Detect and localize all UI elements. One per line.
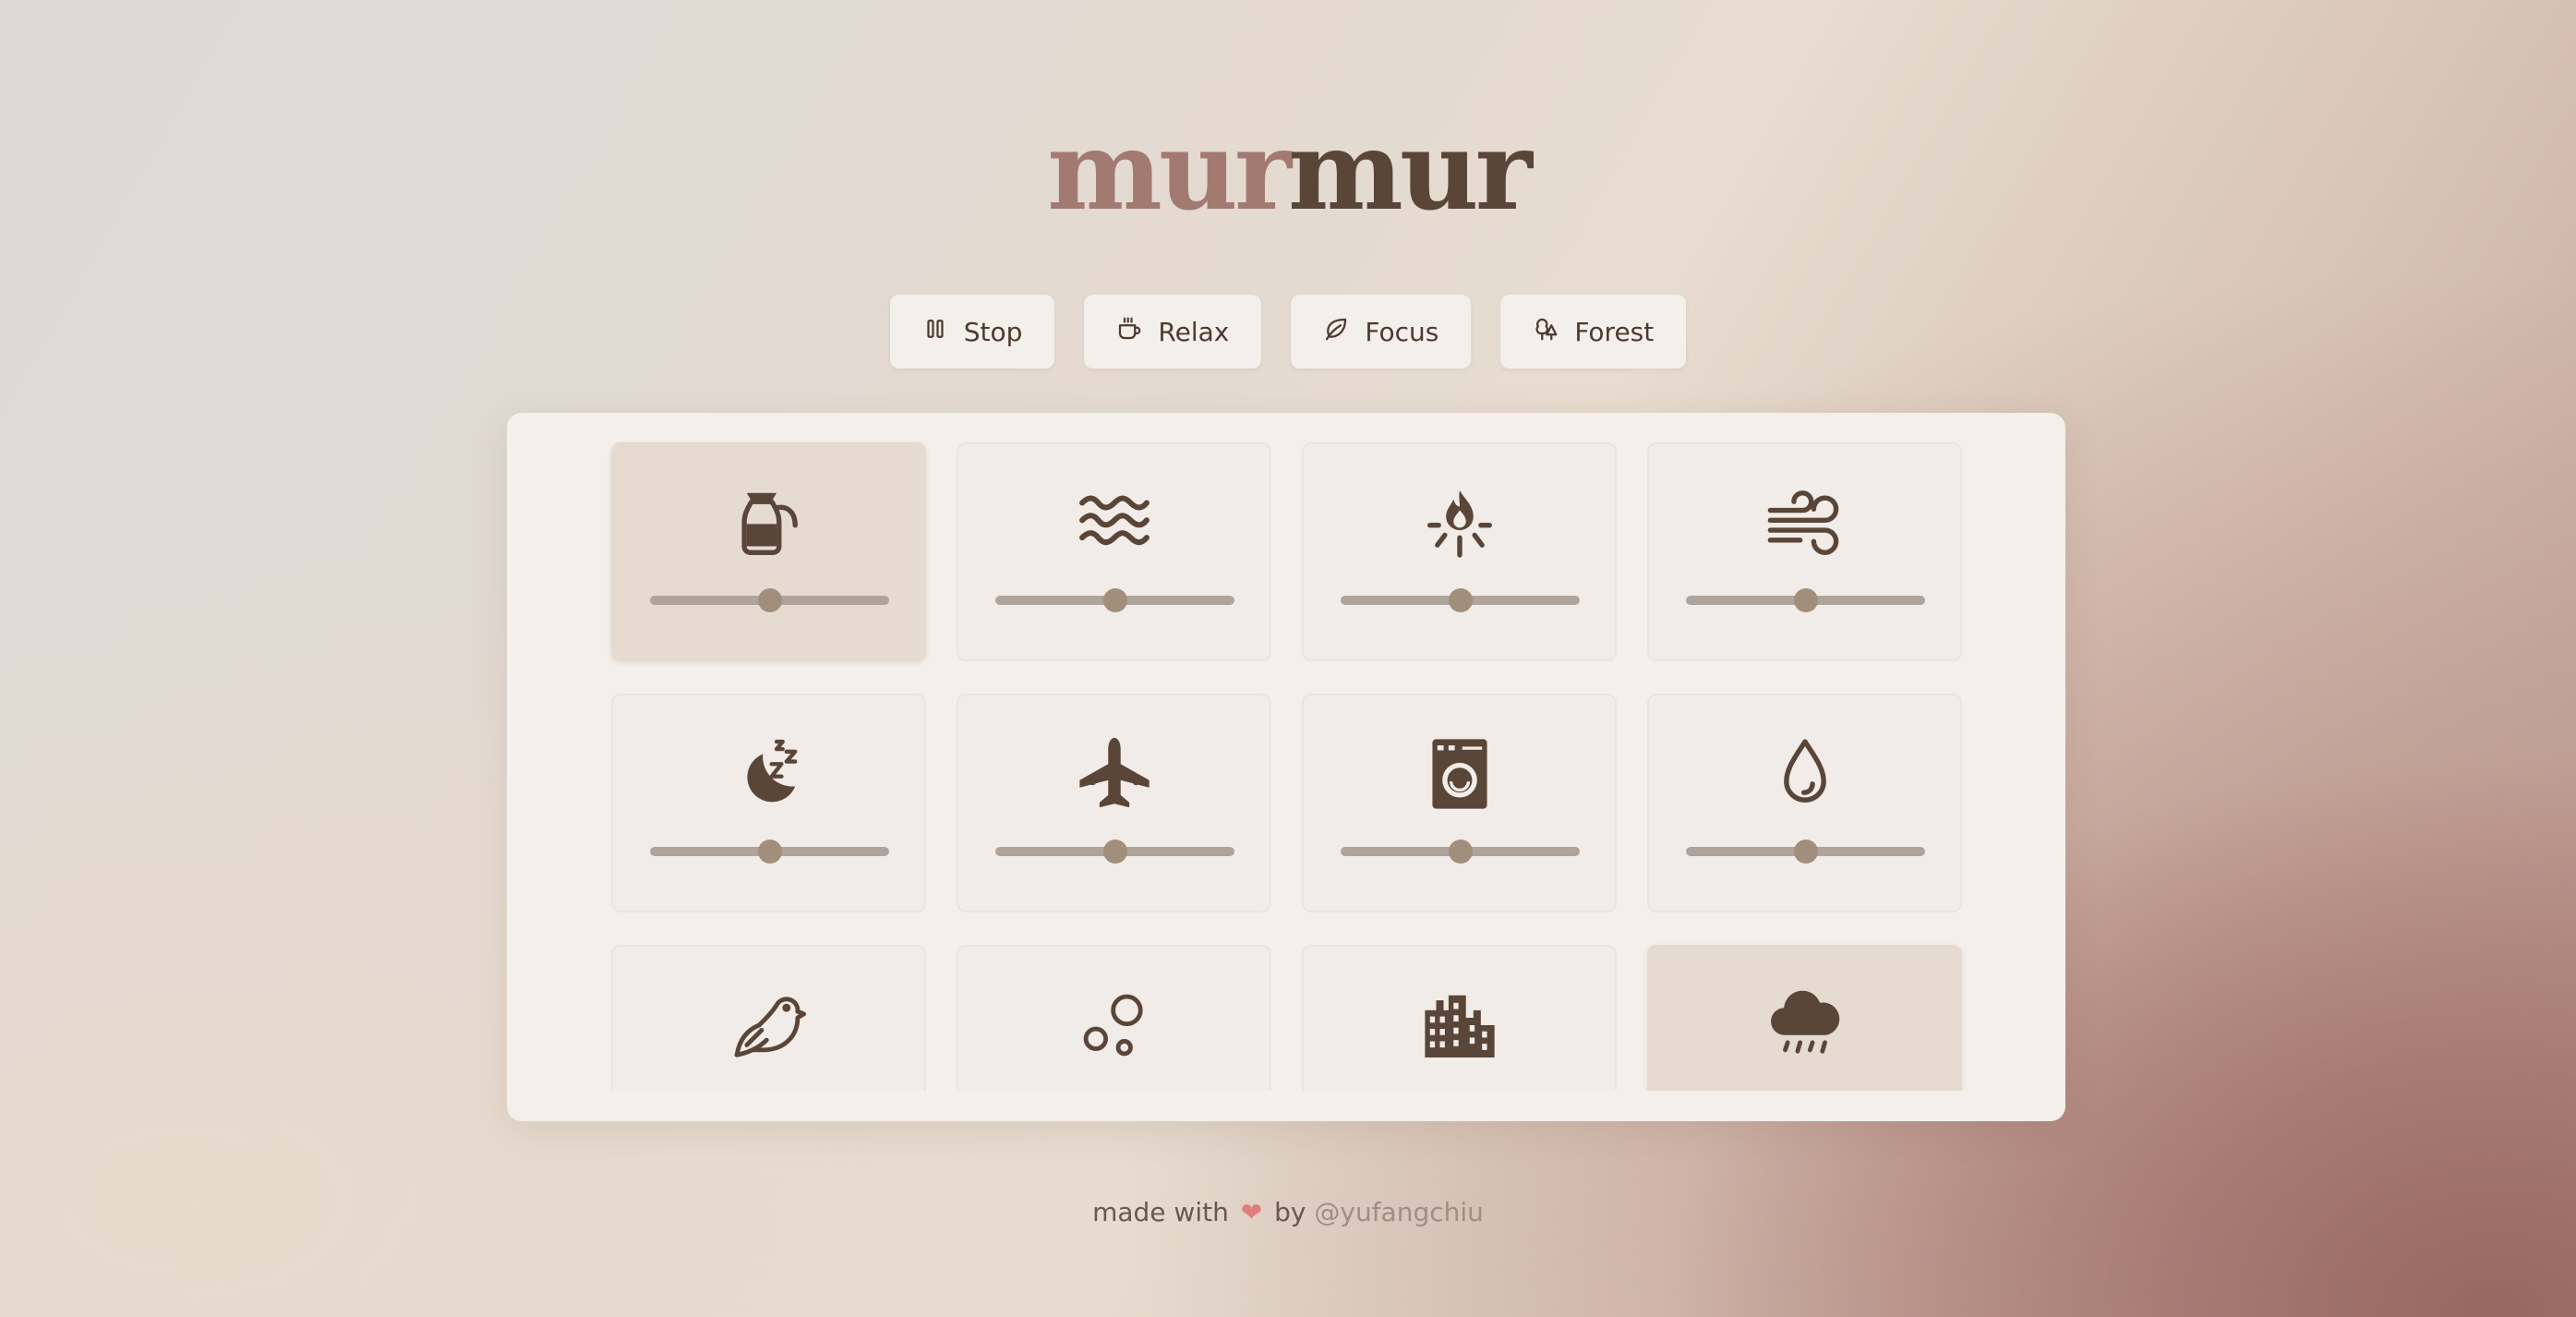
moon-sleep-icon: [729, 734, 809, 814]
forest-button[interactable]: Forest: [1500, 295, 1687, 369]
city-icon: [1420, 985, 1499, 1065]
preset-bar: Stop Relax Focus Forest: [0, 295, 2576, 369]
sound-tile-coffee[interactable]: [611, 442, 926, 661]
waves-icon: [1075, 483, 1154, 562]
wind-icon: [1765, 483, 1845, 562]
airplane-icon: [1075, 734, 1154, 814]
sound-tile-campfire[interactable]: [1302, 442, 1617, 661]
volume-slider-knob[interactable]: [1448, 588, 1473, 612]
volume-slider-knob[interactable]: [1793, 840, 1818, 864]
volume-slider[interactable]: [1341, 840, 1580, 864]
coffee-cup-icon: [1115, 315, 1158, 349]
water-drop-icon: [1765, 734, 1845, 814]
bird-icon: [729, 985, 809, 1065]
trees-icon: [1532, 315, 1574, 349]
sounds-grid: [611, 442, 1962, 1091]
sound-tile-drop[interactable]: [1647, 694, 1962, 912]
volume-slider-knob[interactable]: [1448, 840, 1473, 864]
volume-slider[interactable]: [650, 588, 889, 612]
heart-icon: ❤: [1240, 1197, 1263, 1227]
volume-slider-knob[interactable]: [1793, 588, 1818, 612]
footer-prefix: made with: [1092, 1197, 1229, 1227]
sound-tile-city[interactable]: [1302, 945, 1617, 1091]
sound-tile-airplane[interactable]: [957, 694, 1271, 912]
sound-tile-bird[interactable]: [611, 945, 926, 1091]
pause-icon: [921, 315, 964, 349]
app-logo: murmur: [0, 111, 2576, 231]
bubbles-icon: [1075, 985, 1154, 1065]
rain-cloud-icon: [1765, 985, 1845, 1065]
focus-button[interactable]: Focus: [1291, 295, 1472, 369]
sound-tile-washer[interactable]: [1302, 694, 1617, 912]
logo-part-1: mur: [1047, 106, 1292, 235]
stop-button[interactable]: Stop: [889, 295, 1055, 369]
author-link[interactable]: @yufangchiu: [1314, 1197, 1484, 1227]
washing-machine-icon: [1420, 734, 1499, 814]
forest-button-label: Forest: [1574, 316, 1655, 347]
volume-slider[interactable]: [995, 588, 1234, 612]
sound-tile-waves[interactable]: [957, 442, 1271, 661]
sound-tile-bubbles[interactable]: [957, 945, 1271, 1091]
sound-tile-wind[interactable]: [1647, 442, 1962, 661]
footer: made with ❤ by @yufangchiu: [0, 1197, 2576, 1227]
volume-slider-knob[interactable]: [757, 588, 782, 612]
relax-button-label: Relax: [1158, 316, 1230, 347]
volume-slider[interactable]: [1341, 588, 1580, 612]
stop-button-label: Stop: [963, 316, 1023, 347]
footer-by: by: [1274, 1197, 1306, 1227]
coffee-pot-icon: [729, 483, 809, 562]
campfire-icon: [1420, 483, 1499, 562]
volume-slider[interactable]: [995, 840, 1234, 864]
logo-part-2: mur: [1288, 106, 1533, 235]
focus-button-label: Focus: [1365, 316, 1439, 347]
volume-slider-knob[interactable]: [1102, 588, 1127, 612]
volume-slider[interactable]: [1686, 840, 1925, 864]
relax-button[interactable]: Relax: [1084, 295, 1262, 369]
sounds-panel[interactable]: [507, 413, 2065, 1121]
volume-slider-knob[interactable]: [1102, 840, 1127, 864]
volume-slider[interactable]: [1686, 588, 1925, 612]
volume-slider[interactable]: [650, 840, 889, 864]
leaf-icon: [1322, 315, 1365, 349]
volume-slider-knob[interactable]: [757, 840, 782, 864]
sound-tile-night[interactable]: [611, 694, 926, 912]
sounds-scroll-area[interactable]: [507, 413, 2065, 1091]
sound-tile-rain[interactable]: [1647, 945, 1962, 1091]
